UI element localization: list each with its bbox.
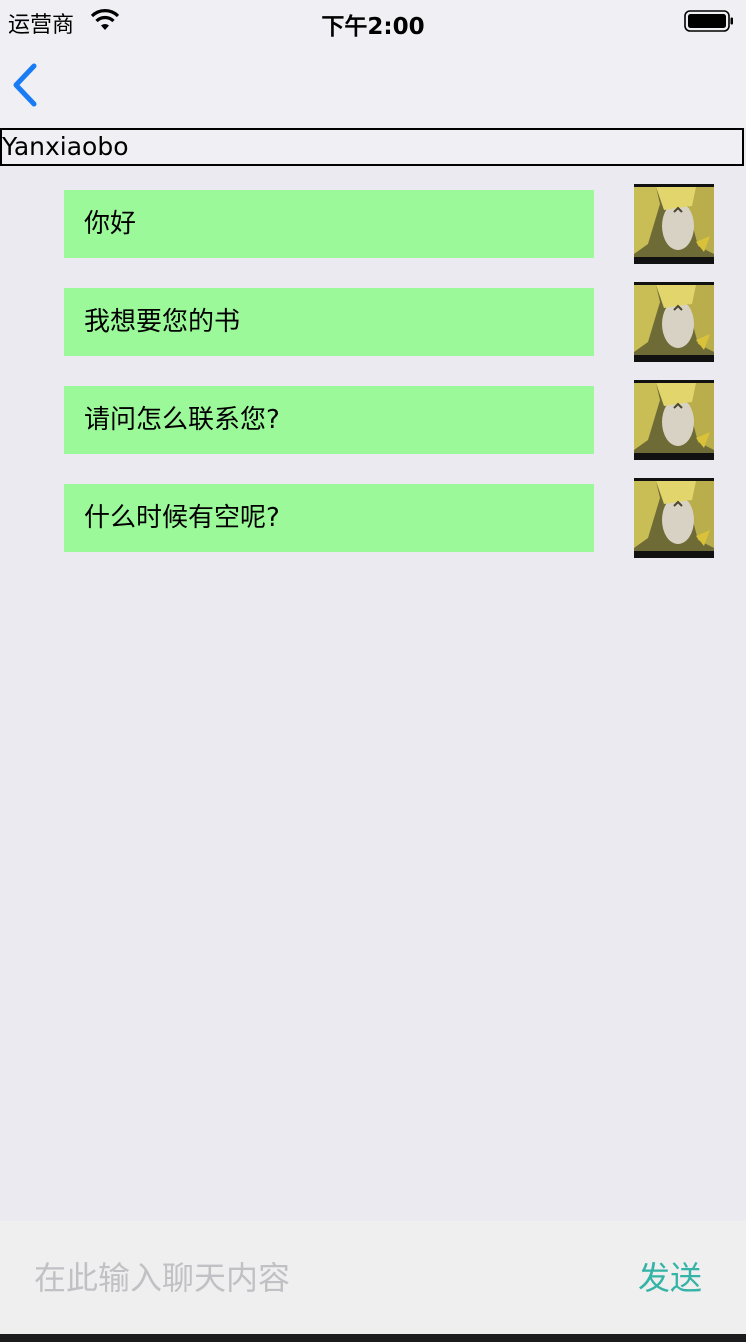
send-button[interactable]: 发送: [638, 1255, 702, 1301]
message-bubble[interactable]: 请问怎么联系您?: [64, 386, 594, 454]
composer-bar: 发送: [0, 1221, 746, 1334]
clock-label: 下午2:00: [321, 14, 425, 40]
avatar[interactable]: [634, 184, 714, 264]
message-bubble[interactable]: 我想要您的书: [64, 288, 594, 356]
message-row: 我想要您的书: [0, 282, 746, 362]
status-bar: 运营商 下午2:00: [0, 0, 746, 42]
chat-screen: 运营商 下午2:00 Yanxiaobo 你好 我想要您的书 请问怎么联系您? …: [0, 0, 746, 1342]
message-row: 什么时候有空呢?: [0, 478, 746, 558]
message-bubble[interactable]: 你好: [64, 190, 594, 258]
message-bubble[interactable]: 什么时候有空呢?: [64, 484, 594, 552]
avatar[interactable]: [634, 282, 714, 362]
navigation-bar: [0, 42, 746, 128]
message-row: 你好: [0, 184, 746, 264]
avatar[interactable]: [634, 478, 714, 558]
back-button[interactable]: [8, 62, 48, 108]
bottom-edge: [0, 1334, 746, 1342]
chevron-left-icon: [8, 63, 48, 112]
avatar[interactable]: [634, 380, 714, 460]
message-input[interactable]: [34, 1255, 594, 1301]
battery-icon: [684, 10, 734, 32]
message-row: 请问怎么联系您?: [0, 380, 746, 460]
contact-name-field: Yanxiaobo: [0, 128, 744, 166]
